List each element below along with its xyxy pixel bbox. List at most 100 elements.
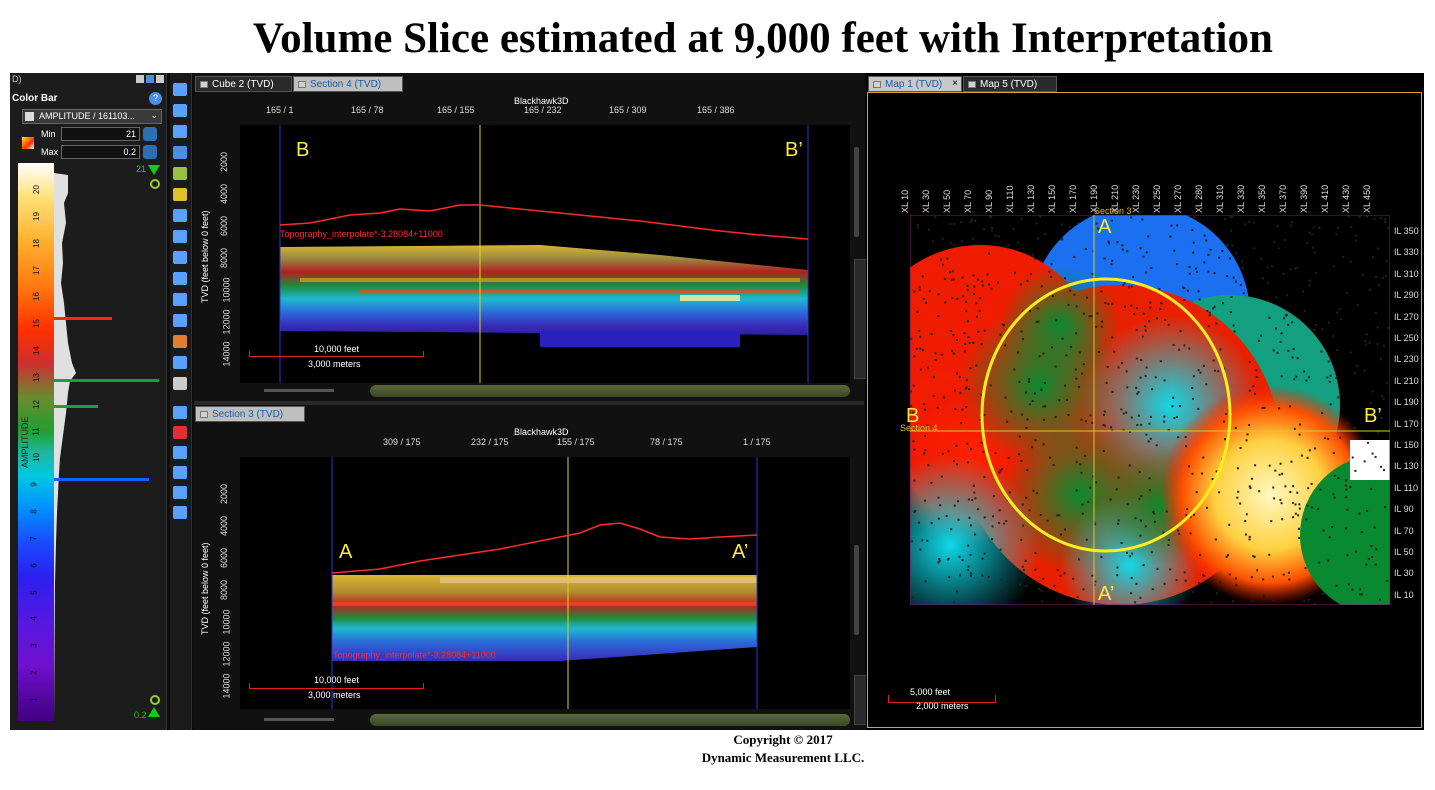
histogram-peak-green xyxy=(54,379,159,382)
colorbar-tick: 13 xyxy=(31,372,41,382)
colorbar-tick: 15 xyxy=(31,319,41,329)
map-xl-tick: XL 30 xyxy=(921,189,931,213)
print-icon[interactable] xyxy=(173,356,187,369)
panel-controls-icon[interactable] xyxy=(136,75,164,83)
zoom-fit-icon[interactable] xyxy=(173,104,187,117)
map-xl-tick: XL 350 xyxy=(1257,184,1267,213)
section3-depth-tick: 2000 xyxy=(219,483,230,505)
max-label: Max xyxy=(41,147,59,157)
histogram-area xyxy=(54,173,76,721)
pick-icon[interactable] xyxy=(173,230,187,243)
tab-map1[interactable]: Map 1 (TVD) × xyxy=(868,76,962,92)
colorbar-tick: 16 xyxy=(31,292,41,302)
map-il-tick: IL 330 xyxy=(1394,247,1419,258)
map-il-tick: IL 10 xyxy=(1394,589,1414,600)
section3-y-label: TVD (feet below 0 feet) xyxy=(200,542,210,635)
section4-depth-tick: 10000 xyxy=(221,277,232,303)
colorbar-tick: 19 xyxy=(31,211,41,221)
section3-hscroll[interactable] xyxy=(370,714,850,726)
close-icon[interactable]: × xyxy=(952,78,958,89)
section4-zoom-slider[interactable] xyxy=(854,147,859,237)
section3-view[interactable] xyxy=(240,457,850,709)
fault-icon[interactable] xyxy=(173,272,187,285)
tab-section3-label: Section 3 (TVD) xyxy=(212,409,284,420)
paint-icon[interactable] xyxy=(173,406,187,419)
section3-seismic xyxy=(332,575,757,661)
pan-icon[interactable] xyxy=(173,293,187,306)
tab-map5[interactable]: Map 5 (TVD) xyxy=(963,76,1057,92)
map-xl-tick: XL 230 xyxy=(1131,184,1141,213)
grid-icon[interactable] xyxy=(173,167,187,180)
section3-survey: Blackhawk3D xyxy=(514,427,569,437)
square-icon[interactable] xyxy=(173,466,187,479)
map-il-tick: IL 290 xyxy=(1394,290,1419,301)
section4-hscroll[interactable] xyxy=(370,385,850,397)
section4-seismic-lower xyxy=(540,331,740,347)
horizon-icon[interactable] xyxy=(173,251,187,264)
map-xl-tick: XL 250 xyxy=(1152,184,1162,213)
section4-label-b: B xyxy=(296,139,310,161)
stack-icon[interactable] xyxy=(173,314,187,327)
section4-hzoom-slider[interactable] xyxy=(264,389,334,392)
map-xl-tick: XL 280 xyxy=(1194,184,1204,213)
map-il-tick: IL 150 xyxy=(1394,440,1419,450)
map-xl-tick: XL 90 xyxy=(984,189,994,213)
map-view[interactable] xyxy=(910,215,1390,605)
section3-top-tick: 1 / 175 xyxy=(743,437,771,447)
section3-hzoom-slider[interactable] xyxy=(264,718,334,721)
target-icon[interactable] xyxy=(173,426,187,439)
application-window: D) Color Bar ? AMPLITUDE / 161103... ⌄ M… xyxy=(10,73,1424,730)
page-title: Volume Slice estimated at 9,000 feet wit… xyxy=(253,15,1273,62)
map-il-tick: IL 230 xyxy=(1394,354,1419,365)
help-icon[interactable]: ? xyxy=(149,92,162,105)
min-field[interactable]: 21 xyxy=(61,127,140,141)
map-panel: Map 1 (TVD) × Map 5 (TVD) XL 10 XL 30 XL 50… xyxy=(866,73,1424,730)
colorbar-axis-label: AMPLITUDE xyxy=(20,416,30,468)
map-scale-feet: 5,000 feet xyxy=(910,687,951,697)
map-scale-meters: 2,000 meters xyxy=(916,701,969,711)
layers-icon[interactable] xyxy=(173,486,187,499)
tab-cube2[interactable]: Cube 2 (TVD) xyxy=(195,76,292,92)
section4-depth-tick: 6000 xyxy=(219,215,230,237)
map-xl-tick: XL 130 xyxy=(1026,184,1036,213)
edit-icon[interactable] xyxy=(173,446,187,459)
map-il-tick: IL 190 xyxy=(1394,397,1419,408)
zoom-in-icon[interactable] xyxy=(173,506,187,519)
min-reset-icon[interactable] xyxy=(143,127,157,141)
colorbar-tick: 2 xyxy=(29,670,39,675)
palette-swatch-icon[interactable] xyxy=(22,137,34,149)
colorbar-tick: 17 xyxy=(31,265,41,275)
attribute-select[interactable]: AMPLITUDE / 161103... ⌄ xyxy=(22,109,162,124)
pointer-icon[interactable] xyxy=(173,209,187,222)
max-field[interactable]: 0.2 xyxy=(61,145,140,159)
map-xl-tick: XL 310 xyxy=(1215,184,1225,213)
export-icon[interactable] xyxy=(173,335,187,348)
section3-depth-tick: 6000 xyxy=(219,547,230,569)
section3-panel: Section 3 (TVD) Blackhawk3D 309 / 175 232… xyxy=(194,405,868,730)
section3-label-a: A xyxy=(339,541,353,563)
colorbar-tick: 14 xyxy=(31,346,41,355)
map-icon xyxy=(873,81,881,88)
section3-zoom-slider[interactable] xyxy=(854,545,859,635)
map-xl-tick: XL 410 xyxy=(1320,184,1330,213)
measure-icon[interactable] xyxy=(173,188,187,201)
zoom-icon[interactable] xyxy=(173,83,187,96)
tab-section3[interactable]: Section 3 (TVD) xyxy=(195,406,305,422)
colorbar-tick: 11 xyxy=(31,426,41,436)
tab-section4[interactable]: Section 4 (TVD) xyxy=(293,76,403,92)
line-icon[interactable] xyxy=(173,377,187,390)
section3-label-a2: A’ xyxy=(732,541,749,563)
map-il-tick: IL 30 xyxy=(1394,568,1414,579)
rotate-icon[interactable] xyxy=(173,146,187,159)
attribute-select-value: AMPLITUDE / 161103... xyxy=(39,111,135,121)
section3-scale-feet: 10,000 feet xyxy=(314,675,360,685)
colorbar-tick: 6 xyxy=(29,563,39,568)
colorbar-tick: 1 xyxy=(29,697,39,702)
tab-map5-label: Map 5 (TVD) xyxy=(980,79,1038,90)
section3-scale-meters: 3,000 meters xyxy=(308,690,361,700)
map-xl-tick: XL 70 xyxy=(963,189,973,213)
magnify-icon[interactable] xyxy=(173,125,187,138)
map-il-tick: IL 110 xyxy=(1394,482,1419,493)
max-reset-icon[interactable] xyxy=(143,145,157,159)
section4-label-b2: B’ xyxy=(785,139,803,161)
